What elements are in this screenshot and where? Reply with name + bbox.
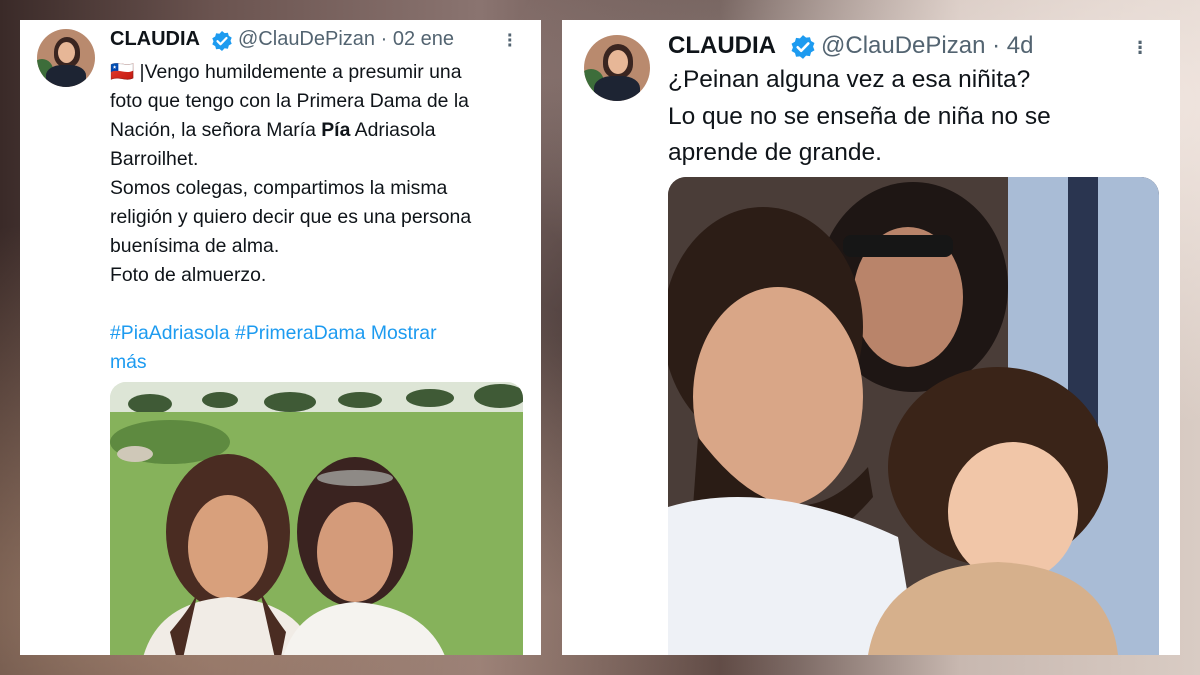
display-name[interactable]: CLAUDIA <box>668 32 776 60</box>
timestamp[interactable]: 4d <box>1007 32 1034 59</box>
display-name[interactable]: CLAUDIA <box>110 28 200 51</box>
handle[interactable]: @ClauDePizan <box>821 32 985 59</box>
more-options-icon[interactable]: · · · <box>1137 32 1144 64</box>
tweet-meta: @ClauDePizan · 4d <box>821 32 1033 60</box>
photo-illustration <box>668 177 1159 655</box>
hashtag-link[interactable]: #PrimeraDama <box>235 322 365 344</box>
text-line: Somos colegas, compartimos la misma <box>110 177 448 199</box>
hashtag-link[interactable]: #PiaAdriasola <box>110 322 230 344</box>
chile-flag-icon: 🇨🇱 <box>110 61 135 83</box>
tweet-text: ¿Peinan alguna vez a esa niñita? Lo que … <box>668 62 1051 172</box>
timestamp[interactable]: 02 ene <box>393 28 454 50</box>
text-line: Adriasola <box>350 119 436 141</box>
tweet-photo[interactable] <box>110 382 523 655</box>
text-line: Nación, la señora María <box>110 119 322 141</box>
separator: · <box>380 28 388 50</box>
verified-badge-icon <box>791 35 815 59</box>
avatar[interactable] <box>584 35 650 101</box>
text-line: Lo que no se enseña de niña no se <box>668 102 1051 130</box>
photo-illustration <box>110 382 523 655</box>
verified-badge-icon <box>212 31 232 51</box>
tweet-photo[interactable] <box>668 177 1159 655</box>
text-line: aprende de grande. <box>668 139 882 166</box>
highlighted-word: Pía <box>321 119 351 141</box>
text-line: Foto de almuerzo. <box>110 264 267 286</box>
tweet-meta: @ClauDePizan · 02 ene <box>238 28 454 51</box>
separator: · <box>992 32 1001 59</box>
text-line: |Vengo humildemente a presumir una <box>139 61 462 83</box>
tweet-card-2[interactable]: CLAUDIA @ClauDePizan · 4d · · · ¿Peinan al… <box>562 20 1180 655</box>
show-more-link[interactable]: Mostrar <box>371 322 437 344</box>
show-more-link-cont[interactable]: más <box>110 351 147 373</box>
more-options-icon[interactable]: · · · <box>507 26 514 56</box>
handle[interactable]: @ClauDePizan <box>238 28 375 50</box>
text-line: religión y quiero decir que es una perso… <box>110 206 472 228</box>
text-line: ¿Peinan alguna vez a esa niñita? <box>668 66 1031 93</box>
tweet-text: 🇨🇱 |Vengo humildemente a presumir una fo… <box>110 58 471 377</box>
avatar[interactable] <box>37 29 95 87</box>
tweet-card-1[interactable]: CLAUDIA @ClauDePizan · 02 ene · · · 🇨🇱 |Ve… <box>20 20 541 655</box>
text-line: buenísima de alma. <box>110 235 280 257</box>
text-line: foto que tengo con la Primera Dama de la <box>110 90 469 112</box>
text-line: Barroilhet. <box>110 148 199 170</box>
